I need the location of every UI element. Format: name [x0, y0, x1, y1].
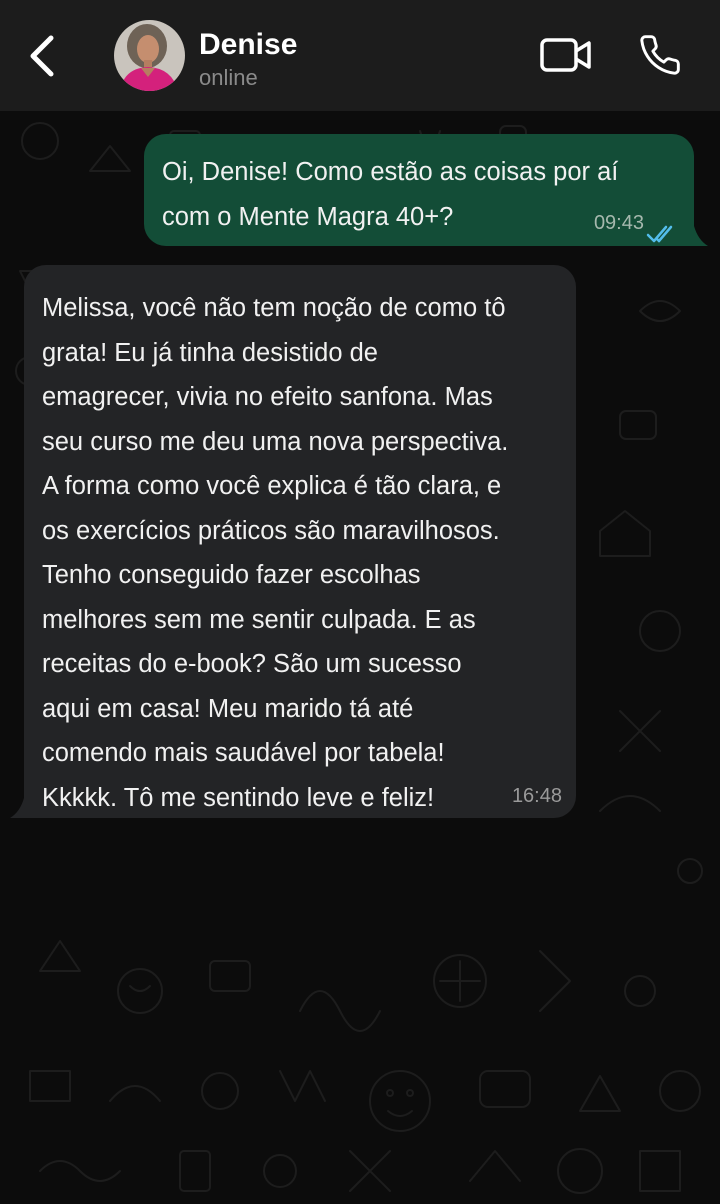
- back-button[interactable]: [18, 26, 66, 90]
- contact-status: online: [199, 65, 258, 90]
- avatar[interactable]: [114, 20, 185, 91]
- message-time: 16:48: [511, 785, 562, 807]
- phone-icon: [638, 33, 682, 82]
- double-check-icon: [646, 214, 680, 243]
- contact-name[interactable]: Denise: [199, 26, 297, 64]
- message-time: 09:43: [593, 212, 644, 234]
- incoming-message-bubble[interactable]: Melissa, você não tem noção de como tô g…: [24, 265, 576, 818]
- chat-screen: Denise online Oi, Denise! Como estão as …: [0, 0, 720, 1204]
- voice-call-button[interactable]: [634, 32, 686, 82]
- chat-header: Denise online: [0, 0, 720, 111]
- message-text: Melissa, você não tem noção de como tô g…: [42, 294, 509, 812]
- outgoing-message-bubble[interactable]: Oi, Denise! Como estão as coisas por aí …: [144, 134, 694, 246]
- chevron-left-icon: [28, 34, 56, 83]
- video-camera-icon: [540, 37, 592, 78]
- video-call-button[interactable]: [536, 34, 596, 80]
